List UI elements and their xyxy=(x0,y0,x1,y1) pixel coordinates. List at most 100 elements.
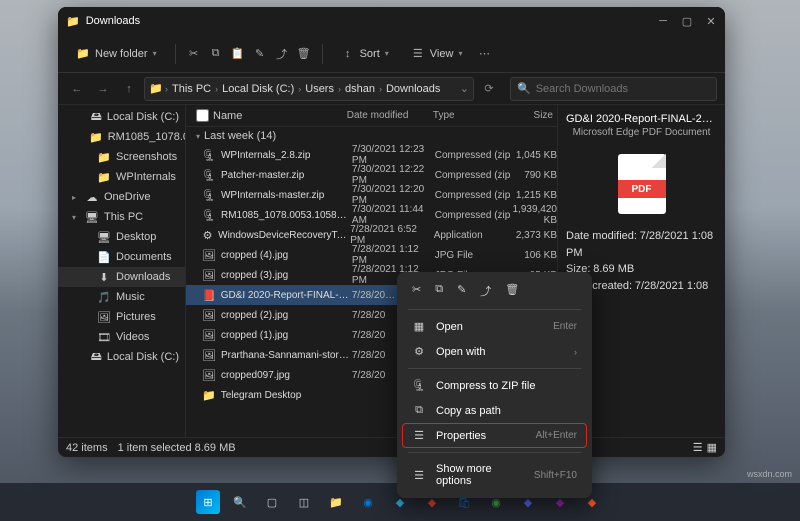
sidebar-item-wpinternals[interactable]: 📁WPInternals xyxy=(58,167,185,187)
ctx-open[interactable]: ▦ Open Enter xyxy=(402,314,587,339)
file-type: Compressed (zipp… xyxy=(435,170,510,181)
file-row[interactable]: 🗜WPInternals_2.8.zip7/30/2021 12:23 PMCo… xyxy=(186,145,557,165)
file-name: WPInternals-master.zip xyxy=(221,190,352,201)
crumb-drive[interactable]: Local Disk (C:) xyxy=(220,83,296,95)
open-icon: ▦ xyxy=(412,320,426,333)
img-icon: 🖼 xyxy=(202,368,216,382)
share-button[interactable]: ⤴ xyxy=(274,47,290,61)
sidebar-item-rm1085-1078-0-[interactable]: 📁RM1085_1078.0… xyxy=(58,127,185,147)
search-button[interactable]: 🔍 xyxy=(228,490,252,514)
col-date[interactable]: Date modified xyxy=(343,110,429,121)
chevron-right-icon: › xyxy=(574,347,577,357)
search-input[interactable] xyxy=(536,83,710,95)
copy-button[interactable]: ⧉ xyxy=(208,47,224,61)
sidebar-item-documents[interactable]: 📄Documents xyxy=(58,247,185,267)
search-box[interactable]: 🔍 xyxy=(510,77,717,101)
cut-button[interactable]: ✂ xyxy=(186,47,202,61)
sidebar-item-pictures[interactable]: 🖼Pictures xyxy=(58,307,185,327)
file-row[interactable]: 🗜Patcher-master.zip7/30/2021 12:22 PMCom… xyxy=(186,165,557,185)
start-button[interactable]: ⊞ xyxy=(196,490,220,514)
file-row[interactable]: 🗜RM1085_1078.0053.10586.13169.12742…7/30… xyxy=(186,205,557,225)
select-all-checkbox[interactable] xyxy=(196,109,209,122)
pics-icon: 🖼 xyxy=(97,310,111,324)
share-icon[interactable]: ⤴ xyxy=(480,283,491,299)
file-name: cropped (3).jpg xyxy=(221,270,352,281)
sidebar-item-downloads[interactable]: ⬇Downloads xyxy=(58,267,185,287)
file-explorer-window: 📁 Downloads ─ ▢ ✕ 📁 New folder ▾ ✂ ⧉ 📋 ✎… xyxy=(58,7,725,457)
pdf-icon: 📕 xyxy=(202,288,216,302)
col-name[interactable]: Name xyxy=(192,109,343,122)
sidebar-item-screenshots[interactable]: 📁Screenshots xyxy=(58,147,185,167)
status-selected: 1 item selected 8.69 MB xyxy=(118,442,236,454)
copy-icon[interactable]: ⧉ xyxy=(435,283,443,299)
ctx-more-options[interactable]: ☰ Show more options Shift+F10 xyxy=(402,457,587,493)
open-with-icon: ⚙ xyxy=(412,345,426,358)
col-type[interactable]: Type xyxy=(429,110,507,121)
sidebar-item-this-pc[interactable]: ▾🖥This PC xyxy=(58,207,185,227)
ctx-compress[interactable]: 🗜 Compress to ZIP file xyxy=(402,373,587,398)
delete-button[interactable]: 🗑 xyxy=(296,47,312,61)
col-size[interactable]: Size xyxy=(507,110,557,121)
zip-icon: 🗜 xyxy=(202,148,216,162)
img-icon: 🖼 xyxy=(202,268,216,282)
sidebar-item-onedrive[interactable]: ▸☁OneDrive xyxy=(58,187,185,207)
more-button[interactable]: ⋯ xyxy=(476,47,492,61)
edge-button[interactable]: ◉ xyxy=(356,490,380,514)
sort-icon: ↕ xyxy=(341,47,355,61)
group-header[interactable]: ▾ Last week (14) xyxy=(186,127,557,145)
chevron-icon: ▸ xyxy=(72,193,80,202)
close-button[interactable]: ✕ xyxy=(705,15,717,27)
window-title: Downloads xyxy=(86,15,140,27)
down-icon: ⬇ xyxy=(97,270,111,284)
sort-button[interactable]: ↕ Sort ▾ xyxy=(333,43,397,65)
zip-icon: 🗜 xyxy=(202,168,216,182)
explorer-button[interactable]: 📁 xyxy=(324,490,348,514)
file-name: Prarthana-Sannamani-story-1.jpg xyxy=(221,350,352,361)
watermark: wsxdn.com xyxy=(747,469,792,479)
cut-icon[interactable]: ✂ xyxy=(412,283,421,299)
maximize-button[interactable]: ▢ xyxy=(681,15,693,27)
details-view-button[interactable]: ☰ xyxy=(693,441,703,454)
paste-button[interactable]: 📋 xyxy=(230,47,246,61)
sidebar-item-local-disk-c-[interactable]: 🖴Local Disk (C:) xyxy=(58,347,185,367)
rename-button[interactable]: ✎ xyxy=(252,47,268,61)
crumb-users[interactable]: Users xyxy=(303,83,336,95)
sidebar-item-music[interactable]: 🎵Music xyxy=(58,287,185,307)
crumb-user[interactable]: dshan xyxy=(343,83,377,95)
minimize-button[interactable]: ─ xyxy=(657,15,669,27)
delete-icon[interactable]: 🗑 xyxy=(505,283,519,299)
ctx-open-with[interactable]: ⚙ Open with › xyxy=(402,339,587,364)
rename-icon[interactable]: ✎ xyxy=(457,283,466,299)
folder-icon: 📁 xyxy=(97,170,111,184)
file-row[interactable]: ⚙WindowsDeviceRecoveryToolInstaller (…7/… xyxy=(186,225,557,245)
file-row[interactable]: 🗜WPInternals-master.zip7/30/2021 12:20 P… xyxy=(186,185,557,205)
exe-icon: ⚙ xyxy=(202,228,213,242)
file-row[interactable]: 🖼cropped (4).jpg7/28/2021 1:12 PMJPG Fil… xyxy=(186,245,557,265)
thumbnails-view-button[interactable]: ▦ xyxy=(707,441,717,454)
forward-button[interactable]: → xyxy=(92,78,114,100)
sidebar-item-videos[interactable]: 🎞Videos xyxy=(58,327,185,347)
task-view-button[interactable]: ▢ xyxy=(260,490,284,514)
refresh-button[interactable]: ⟳ xyxy=(478,78,500,100)
chevron-down-icon[interactable]: ⌄ xyxy=(460,82,469,95)
up-button[interactable]: ↑ xyxy=(118,78,140,100)
address-bar[interactable]: 📁 › This PC › Local Disk (C:) › Users › … xyxy=(144,77,474,101)
titlebar: 📁 Downloads ─ ▢ ✕ xyxy=(58,7,725,35)
back-button[interactable]: ← xyxy=(66,78,88,100)
crumb-downloads[interactable]: Downloads xyxy=(384,83,442,95)
ctx-properties[interactable]: ☰ Properties Alt+Enter xyxy=(402,423,587,448)
file-type: JPG File xyxy=(435,250,510,261)
view-button[interactable]: ☰ View ▾ xyxy=(403,43,471,65)
file-size: 1,939,420 KB xyxy=(510,204,557,226)
widgets-button[interactable]: ◫ xyxy=(292,490,316,514)
chevron-down-icon: ▾ xyxy=(153,49,157,58)
new-folder-button[interactable]: 📁 New folder ▾ xyxy=(68,43,165,65)
view-icon: ☰ xyxy=(411,47,425,61)
crumb-thispc[interactable]: This PC xyxy=(170,83,213,95)
chevron-down-icon: ▾ xyxy=(196,132,200,141)
chevron-icon: ▾ xyxy=(72,213,80,222)
ctx-copy-path[interactable]: ⧉ Copy as path xyxy=(402,398,587,423)
sidebar-item-local-disk-c-[interactable]: 🖴Local Disk (C:) xyxy=(58,107,185,127)
file-date: 7/30/2021 12:23 PM xyxy=(352,144,435,166)
sidebar-item-desktop[interactable]: 🖥Desktop xyxy=(58,227,185,247)
